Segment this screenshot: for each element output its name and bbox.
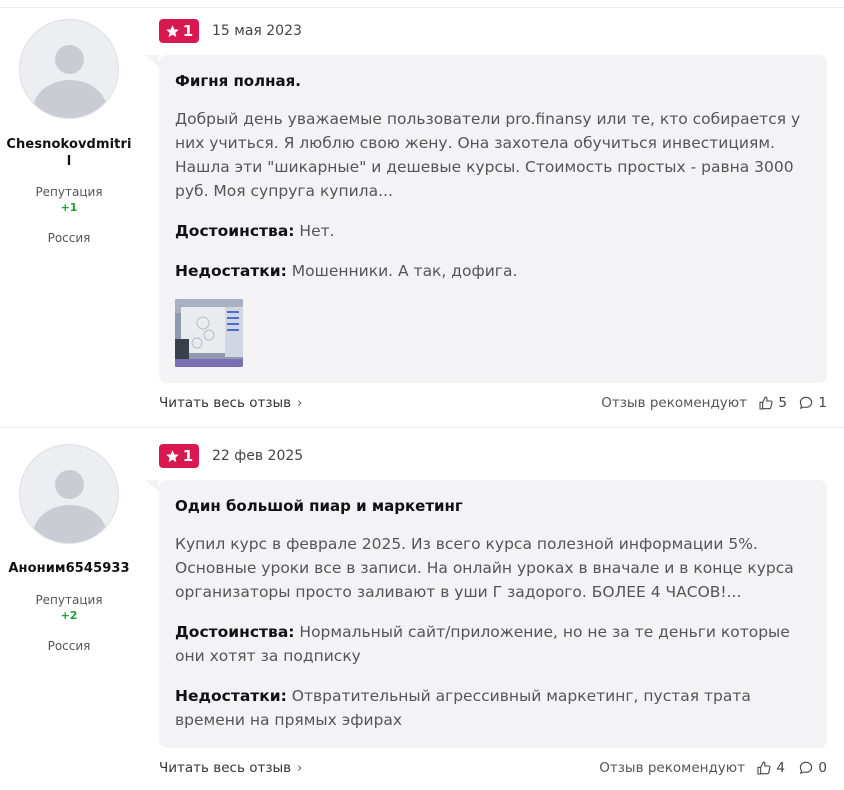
review-cons: Недостатки: Отвратительный агрессивный м… <box>175 684 811 732</box>
pros-text: Нет. <box>299 222 335 240</box>
pros-label: Достоинства: <box>175 623 295 641</box>
recommend-label: Отзыв рекомендуют <box>601 395 747 411</box>
review-pros: Достоинства: Нормальный сайт/приложение,… <box>175 620 811 668</box>
bubble-tail <box>145 55 159 67</box>
review-date: 22 фев 2025 <box>212 448 304 464</box>
comments-button[interactable]: 0 <box>798 760 827 776</box>
cons-label: Недостатки: <box>175 687 287 705</box>
review-body[interactable]: Фигня полная. Добрый день уважаемые поль… <box>159 55 827 383</box>
review-date: 15 мая 2023 <box>212 23 302 39</box>
author-country: Россия <box>47 231 91 245</box>
read-full-review-link[interactable]: Читать весь отзыв › <box>159 760 302 776</box>
pros-label: Достоинства: <box>175 222 295 240</box>
rating-value: 1 <box>182 22 194 40</box>
author-name[interactable]: Chesnokovdmitril <box>5 136 133 170</box>
divider <box>0 427 844 428</box>
like-button[interactable]: 5 <box>758 395 787 411</box>
comments-count: 1 <box>818 395 827 411</box>
rating-badge: 1 <box>159 444 199 468</box>
reviews-page: Chesnokovdmitril Репутация +1 Россия 1 1… <box>0 0 844 790</box>
read-more-label: Читать весь отзыв <box>159 760 292 776</box>
author-name[interactable]: Аноним6545933 <box>5 560 133 577</box>
review-title[interactable]: Один большой пиар и маркетинг <box>175 496 811 516</box>
review-text: Купил курс в феврале 2025. Из всего курс… <box>175 535 794 601</box>
chevron-right-icon: › <box>297 760 303 776</box>
likes-count: 5 <box>778 395 787 411</box>
avatar[interactable] <box>19 19 119 119</box>
review-text: Добрый день уважаемые пользователи pro.f… <box>175 110 801 200</box>
avatar[interactable] <box>19 444 119 544</box>
bubble-tail <box>145 480 159 492</box>
review-photo-thumbnail[interactable] <box>175 299 243 367</box>
comment-icon <box>800 761 813 774</box>
chevron-right-icon: › <box>297 395 303 411</box>
review-title[interactable]: Фигня полная. <box>175 71 811 91</box>
rating-badge: 1 <box>159 19 199 43</box>
thumbs-up-icon <box>759 396 773 410</box>
comments-count: 0 <box>818 760 827 776</box>
likes-count: 4 <box>776 760 785 776</box>
star-icon <box>166 24 179 37</box>
reputation-label: Репутация <box>35 593 103 607</box>
cons-text: Мошенники. А так, дофига. <box>291 262 518 280</box>
recommend-label: Отзыв рекомендуют <box>599 760 745 776</box>
author-country: Россия <box>47 639 91 653</box>
review-footer: Читать весь отзыв › Отзыв рекомендуют 4 … <box>159 760 827 780</box>
star-icon <box>166 449 179 462</box>
cons-label: Недостатки: <box>175 262 287 280</box>
reputation-label: Репутация <box>35 185 103 199</box>
review-pros: Достоинства: Нет. <box>175 219 811 243</box>
review-footer: Читать весь отзыв › Отзыв рекомендуют 5 … <box>159 395 827 415</box>
review-body[interactable]: Один большой пиар и маркетинг Купил курс… <box>159 480 827 748</box>
rating-value: 1 <box>182 447 194 465</box>
review-cons: Недостатки: Мошенники. А так, дофига. <box>175 259 811 283</box>
like-button[interactable]: 4 <box>756 760 785 776</box>
read-full-review-link[interactable]: Читать весь отзыв › <box>159 395 302 411</box>
comment-icon <box>800 396 813 409</box>
read-more-label: Читать весь отзыв <box>159 395 292 411</box>
review-card: Аноним6545933 Репутация +2 Россия 1 22 ф… <box>0 429 844 789</box>
review-card: Chesnokovdmitril Репутация +1 Россия 1 1… <box>0 8 844 428</box>
reputation-value: +2 <box>60 609 78 622</box>
comments-button[interactable]: 1 <box>798 395 827 411</box>
thumbs-up-icon <box>757 761 771 775</box>
reputation-value: +1 <box>60 201 78 214</box>
